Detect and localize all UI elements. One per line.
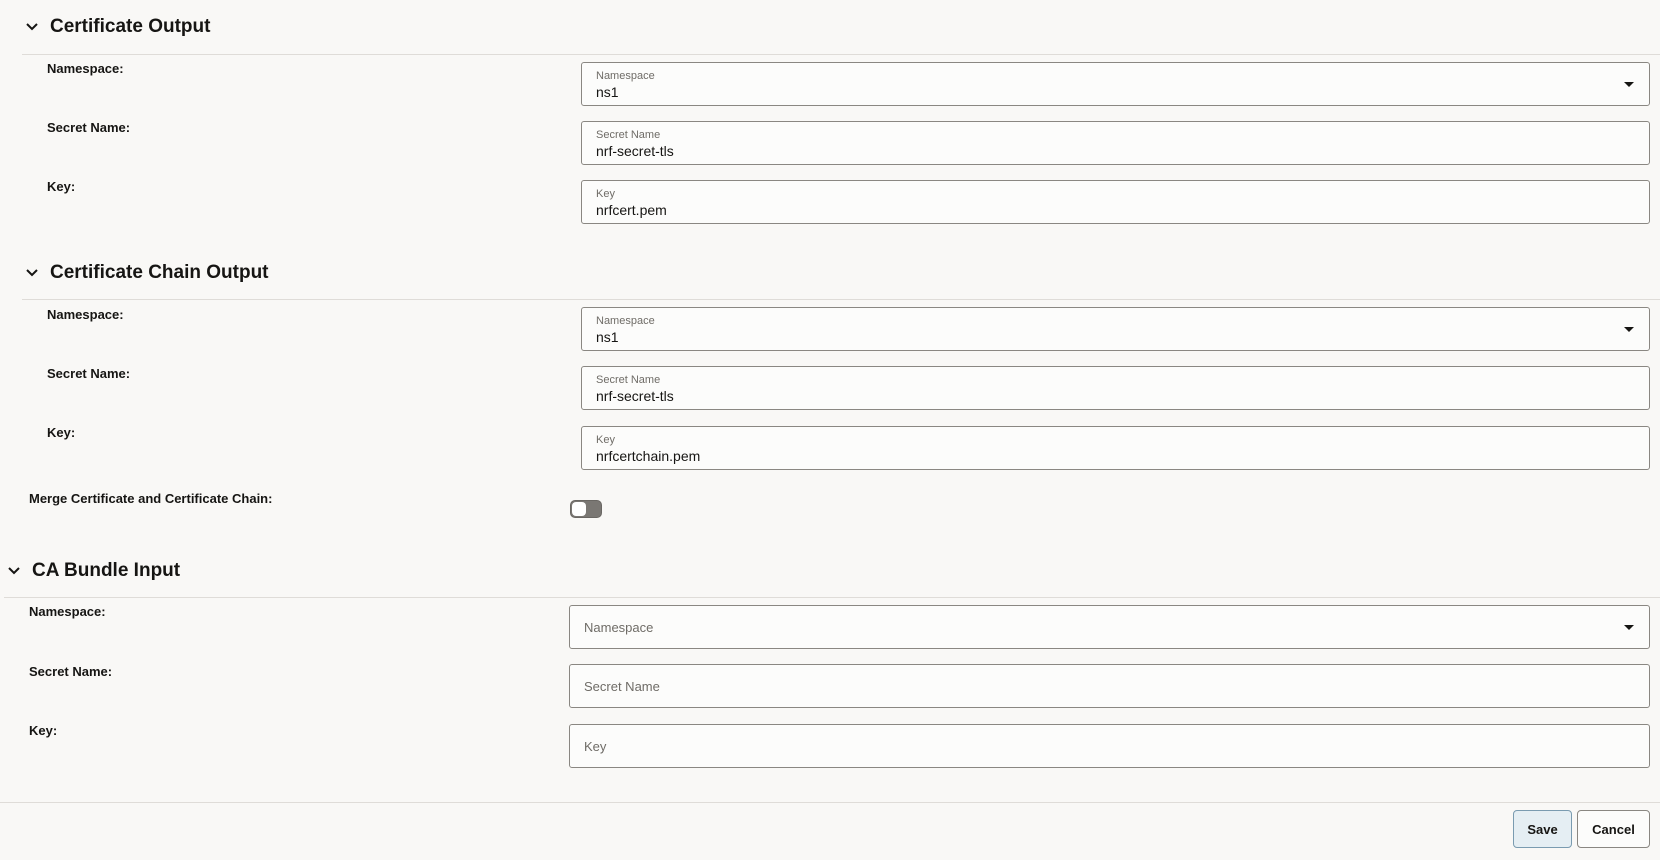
toggle-knob (572, 502, 586, 516)
section-divider (22, 299, 1660, 300)
key-field-label: Key (596, 434, 615, 446)
secret-name-field-label: Secret Name (596, 374, 661, 386)
namespace-select[interactable]: Namespace ns1 (581, 307, 1650, 351)
namespace-value: ns1 (596, 84, 619, 100)
caret-down-icon[interactable] (1623, 79, 1635, 91)
namespace-label: Namespace: (47, 61, 124, 76)
key-label: Key: (29, 723, 58, 738)
section-title: Certificate Chain Output (50, 262, 269, 283)
key-value: nrfcert.pem (596, 202, 667, 218)
section-title: Certificate Output (50, 16, 211, 37)
section-title: CA Bundle Input (32, 560, 181, 581)
secret-name-input[interactable]: Secret Name nrf-secret-tls (581, 121, 1650, 165)
secret-name-field-label: Secret Name (596, 129, 661, 141)
secret-name-value: nrf-secret-tls (596, 388, 674, 404)
section-header-certificate-output[interactable]: Certificate Output (22, 13, 210, 41)
section-header-certificate-chain-output[interactable]: Certificate Chain Output (22, 259, 269, 287)
key-label: Key: (47, 425, 76, 440)
cancel-button[interactable]: Cancel (1577, 810, 1650, 848)
namespace-select[interactable]: Namespace (569, 605, 1650, 649)
secret-name-label: Secret Name: (29, 664, 113, 679)
merge-toggle[interactable] (570, 500, 602, 518)
secret-name-input[interactable]: Secret Name (569, 664, 1650, 708)
footer-divider (0, 802, 1660, 803)
save-button[interactable]: Save (1513, 810, 1572, 848)
secret-name-value: nrf-secret-tls (596, 143, 674, 159)
namespace-label: Namespace: (47, 307, 124, 322)
key-label: Key: (47, 179, 76, 194)
key-placeholder: Key (584, 739, 607, 754)
chevron-down-icon[interactable] (22, 263, 42, 283)
key-field-label: Key (596, 188, 615, 200)
namespace-value: ns1 (596, 329, 619, 345)
chevron-down-icon[interactable] (4, 561, 24, 581)
secret-name-label: Secret Name: (47, 366, 131, 381)
key-value: nrfcertchain.pem (596, 448, 701, 464)
merge-label: Merge Certificate and Certificate Chain: (29, 491, 273, 506)
caret-down-icon[interactable] (1623, 324, 1635, 336)
caret-down-icon[interactable] (1623, 622, 1635, 634)
key-input[interactable]: Key nrfcert.pem (581, 180, 1650, 224)
namespace-label: Namespace: (29, 604, 106, 619)
section-divider (22, 54, 1660, 55)
section-header-ca-bundle-input[interactable]: CA Bundle Input (4, 557, 180, 585)
secret-name-input[interactable]: Secret Name nrf-secret-tls (581, 366, 1650, 410)
chevron-down-icon[interactable] (22, 17, 42, 37)
section-divider (4, 597, 1660, 598)
namespace-field-label: Namespace (596, 315, 655, 327)
namespace-field-label: Namespace (596, 70, 655, 82)
namespace-select[interactable]: Namespace ns1 (581, 62, 1650, 106)
secret-name-label: Secret Name: (47, 120, 131, 135)
key-input[interactable]: Key (569, 724, 1650, 768)
secret-name-placeholder: Secret Name (584, 679, 660, 694)
namespace-placeholder: Namespace (584, 620, 654, 635)
key-input[interactable]: Key nrfcertchain.pem (581, 426, 1650, 470)
